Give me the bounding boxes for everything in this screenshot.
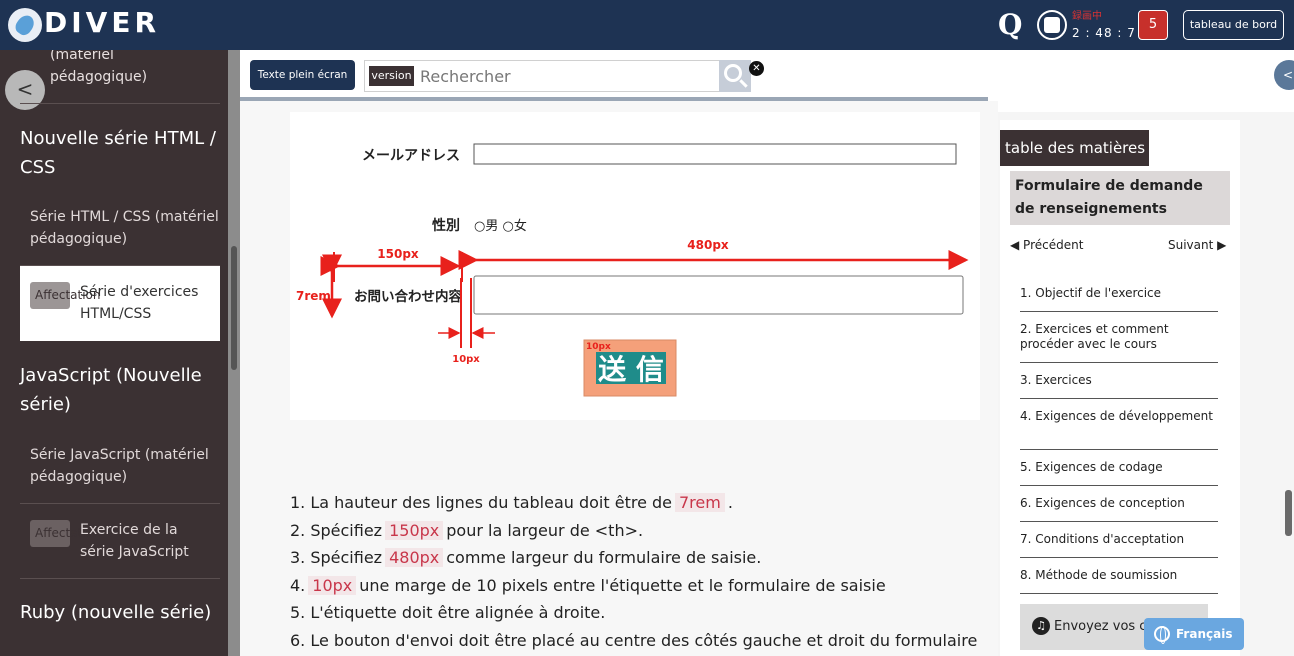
toc-item[interactable]: 3. Exercices: [1020, 373, 1218, 399]
sidebar-item-label: Exercice de la série JavaScript: [80, 522, 189, 560]
divider: [20, 503, 220, 504]
toc-item[interactable]: 8. Méthode de soumission: [1020, 568, 1218, 594]
list-item-text: .: [727, 493, 733, 512]
list-item: 6. Le bouton d'envoi doit être placé au …: [290, 628, 990, 656]
sidebar-section-html-css[interactable]: Nouvelle série HTML / CSS: [20, 124, 220, 182]
dimension-label-10px: 10px: [452, 354, 480, 365]
inquiry-label: お問い合わせ内容: [354, 288, 462, 305]
form-diagram: メールアドレス 性別 ○男 ○女 150px 480px 7rem お問い合わせ…: [296, 143, 969, 397]
sidebar-item-html-css-exercise[interactable]: Affectation Série d'exercices HTML/CSS: [20, 266, 220, 341]
list-item: 1. La hauteur des lignes du tableau doit…: [290, 490, 990, 518]
search-icon-handle: [739, 79, 748, 88]
sidebar-collapse-button[interactable]: <: [5, 70, 45, 110]
inquiry-textarea: [473, 275, 964, 315]
search-button[interactable]: [719, 60, 751, 92]
inline-code: 10px: [308, 575, 357, 595]
divider: [20, 103, 220, 104]
list-item-text: une marge de 10 pixels entre l'étiquette…: [359, 575, 886, 595]
toc-item[interactable]: 1. Objectif de l'exercice: [1020, 286, 1218, 312]
sidebar-scroll-thumb[interactable]: [231, 246, 237, 370]
toc-current-heading[interactable]: Formulaire de demande de renseignements: [1010, 171, 1230, 225]
dimension-label-7rem: 7rem: [296, 289, 331, 303]
sidebar-item-label: Série d'exercices HTML/CSS: [80, 284, 199, 322]
list-item-text: 4.: [290, 575, 306, 595]
dimension-label-10px-button: 10px: [586, 342, 611, 352]
dimension-label-150: 150px: [377, 247, 419, 261]
notification-badge[interactable]: 5: [1138, 10, 1168, 40]
q-icon[interactable]: Q: [998, 8, 1022, 41]
divider: [20, 578, 220, 579]
instruction-list: 1. La hauteur des lignes du tableau doit…: [290, 490, 990, 655]
list-item: 3. Spécifiez 480px comme largeur du formul…: [290, 545, 990, 573]
sidebar-item-js-exercise[interactable]: Affectation Exercice de la série JavaScr…: [20, 515, 220, 575]
submit-button-label: 送 信: [598, 353, 664, 386]
toc-item[interactable]: 2. Exercices et comment procéder avec le…: [1020, 322, 1218, 363]
page-scroll-thumb[interactable]: [1285, 490, 1292, 536]
clear-search-icon[interactable]: ✕: [749, 61, 764, 76]
assignment-tag: Affectation: [30, 520, 101, 547]
toc-item[interactable]: 5. Exigences de codage: [1020, 460, 1218, 486]
sidebar-section-ruby[interactable]: Ruby (nouvelle série): [20, 598, 220, 627]
dimension-label-480: 480px: [687, 238, 729, 252]
list-item-text: comme largeur du formulaire de saisie.: [446, 548, 762, 567]
toc-title: table des matières: [1000, 130, 1149, 166]
inline-code: 150px: [385, 520, 444, 540]
inline-code: 7rem: [675, 493, 725, 512]
gender-label: 性別: [432, 217, 460, 234]
fullscreen-text-button[interactable]: Texte plein écran: [250, 60, 355, 90]
email-label: メールアドレス: [362, 148, 460, 164]
list-item-text: 6. Le bouton d'envoi doit être placé au …: [290, 630, 978, 650]
search-icon: [724, 64, 742, 82]
list-item-text: pour la largeur de <th>.: [446, 520, 644, 540]
recording-timer: 2 : 48 : 7: [1072, 26, 1136, 40]
email-field: [473, 143, 957, 165]
diver-logo-icon[interactable]: [8, 8, 42, 42]
list-item: 4. 10px une marge de 10 pixels entre l'éti…: [290, 573, 990, 601]
inline-code: 480px: [385, 548, 444, 567]
toc-previous-link[interactable]: ◀ Précédent: [1010, 238, 1083, 252]
list-item-text: 1. La hauteur des lignes du tableau doit…: [290, 493, 672, 512]
gender-options: ○男 ○女: [474, 218, 527, 234]
form-layout-figure: メールアドレス 性別 ○男 ○女 150px 480px 7rem お問い合わせ…: [290, 112, 980, 420]
recording-status: 録画中: [1072, 11, 1102, 22]
version-tag[interactable]: version: [369, 66, 414, 86]
dashboard-button[interactable]: tableau de bord: [1183, 10, 1284, 40]
globe-icon: [1154, 626, 1170, 644]
sidebar-item-js-material[interactable]: Série JavaScript (matériel pédagogique): [30, 444, 220, 488]
toc-item[interactable]: 4. Exigences de développement: [1020, 409, 1218, 450]
sidebar-item-html-css-material[interactable]: Série HTML / CSS (matériel pédagogique): [30, 206, 220, 250]
assignment-tag: Affectation: [30, 282, 101, 309]
toc-item[interactable]: 7. Conditions d'acceptation: [1020, 532, 1218, 558]
logo-text[interactable]: DIVER: [44, 6, 160, 39]
list-item: 2. Spécifiez 150px pour la largeur de <th>…: [290, 518, 990, 546]
sidebar: (matériel pédagogique) < Nouvelle série …: [0, 50, 228, 656]
sidebar-section-javascript[interactable]: JavaScript (Nouvelle série): [20, 361, 220, 419]
list-item-text: 3. Spécifiez: [290, 548, 383, 567]
toc-item[interactable]: 6. Exigences de conception: [1020, 496, 1218, 522]
list-item-text: 2. Spécifiez: [290, 520, 383, 540]
list-item-text: 5. L'étiquette doit être alignée à droit…: [290, 603, 606, 622]
stop-recording-button[interactable]: [1037, 10, 1067, 40]
search-input[interactable]: [420, 64, 716, 88]
sidebar-item-top[interactable]: (matériel pédagogique): [50, 50, 190, 88]
music-note-icon: ♫: [1032, 617, 1050, 635]
list-item: 5. L'étiquette doit être alignée à droit…: [290, 600, 990, 628]
toc-next-link[interactable]: Suivant ▶: [1168, 238, 1226, 252]
